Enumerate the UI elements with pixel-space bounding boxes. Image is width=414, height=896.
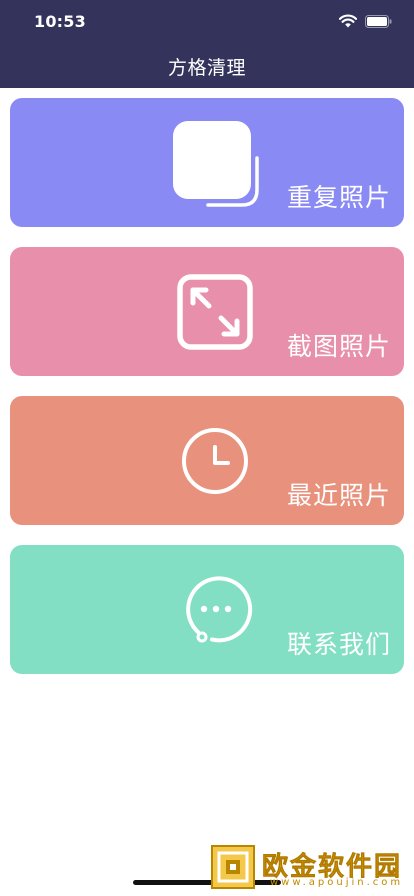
screenshot-photos-card[interactable]: 截图照片 [10,247,404,376]
page-title: 方格清理 [167,56,246,79]
chat-bubble-icon [171,566,259,654]
status-bar: 10:53 [0,0,414,44]
watermark: 欧金软件园 www.apoujin.com [210,842,410,892]
contact-us-card[interactable]: 联系我们 [10,545,404,674]
status-icons [339,14,392,28]
recent-photos-card[interactable]: 最近照片 [10,396,404,525]
recent-photos-label: 最近照片 [286,481,391,510]
navigation-bar: 方格清理 [0,44,414,88]
watermark-url: www.apoujin.com [270,877,404,888]
status-time: 10:53 [34,12,86,31]
duplicate-photos-icon [171,119,259,207]
screenshot-photos-label: 截图照片 [286,332,391,361]
expand-arrows-icon [171,268,259,356]
duplicate-photos-label: 重复照片 [286,183,391,212]
clock-icon [171,417,259,505]
duplicate-photos-card[interactable]: 重复照片 [10,98,404,227]
battery-icon [365,14,392,28]
contact-us-label: 联系我们 [286,630,391,659]
watermark-logo-icon [210,844,256,890]
wifi-icon [339,14,357,28]
